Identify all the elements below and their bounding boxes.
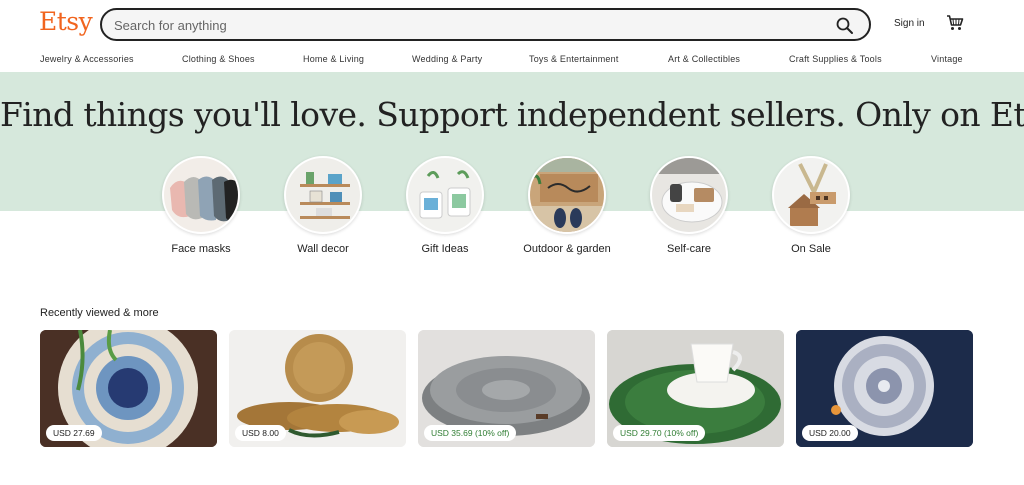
nav-item-art[interactable]: Art & Collectibles bbox=[668, 54, 740, 64]
nav-item-wedding[interactable]: Wedding & Party bbox=[412, 54, 482, 64]
nav-item-vintage[interactable]: Vintage bbox=[931, 54, 963, 64]
nav-item-clothing[interactable]: Clothing & Shoes bbox=[182, 54, 255, 64]
recently-viewed-title: Recently viewed & more bbox=[40, 307, 159, 319]
category-label: Wall decor bbox=[297, 243, 349, 255]
hero-title: Find things you'll love. Support indepen… bbox=[0, 95, 1024, 134]
category-label: Self-care bbox=[666, 243, 712, 255]
wall-decor-image bbox=[284, 156, 362, 234]
product-card[interactable]: USD 27.69 bbox=[40, 330, 217, 447]
category-label: Face masks bbox=[171, 243, 231, 255]
self-care-image bbox=[650, 156, 728, 234]
search-icon[interactable] bbox=[835, 16, 855, 36]
product-card[interactable]: USD 29.70 (10% off) bbox=[607, 330, 784, 447]
category-label: Outdoor & garden bbox=[523, 243, 611, 255]
search-input[interactable] bbox=[114, 15, 814, 35]
on-sale-image bbox=[772, 156, 850, 234]
category-self-care[interactable]: Self-care bbox=[634, 156, 744, 256]
etsy-logo[interactable]: Etsy bbox=[39, 7, 93, 36]
category-outdoor-garden[interactable]: Outdoor & garden bbox=[512, 156, 622, 256]
outdoor-garden-image bbox=[528, 156, 606, 234]
category-on-sale[interactable]: On Sale bbox=[756, 156, 866, 256]
nav-item-jewelry[interactable]: Jewelry & Accessories bbox=[40, 54, 134, 64]
header: Etsy Sign in bbox=[0, 0, 1024, 48]
category-face-masks[interactable]: Face masks bbox=[146, 156, 256, 256]
search-bar[interactable] bbox=[100, 8, 871, 41]
cart-icon[interactable] bbox=[946, 14, 964, 32]
nav-item-toys[interactable]: Toys & Entertainment bbox=[529, 54, 619, 64]
price-badge: USD 8.00 bbox=[235, 425, 286, 441]
product-card[interactable]: USD 35.69 (10% off) bbox=[418, 330, 595, 447]
category-gift-ideas[interactable]: Gift Ideas bbox=[390, 156, 500, 256]
nav-item-home[interactable]: Home & Living bbox=[303, 54, 364, 64]
category-label: On Sale bbox=[791, 243, 831, 255]
product-card[interactable]: USD 20.00 bbox=[796, 330, 973, 447]
face-masks-image bbox=[162, 156, 240, 234]
category-label: Gift Ideas bbox=[421, 243, 469, 255]
gift-ideas-image bbox=[406, 156, 484, 234]
nav-item-craft[interactable]: Craft Supplies & Tools bbox=[789, 54, 882, 64]
price-badge: USD 27.69 bbox=[46, 425, 102, 441]
price-badge: USD 35.69 (10% off) bbox=[424, 425, 517, 441]
category-nav: Jewelry & Accessories Clothing & Shoes H… bbox=[0, 50, 1024, 72]
sign-in-link[interactable]: Sign in bbox=[894, 18, 925, 29]
price-badge: USD 20.00 bbox=[802, 425, 858, 441]
price-badge: USD 29.70 (10% off) bbox=[613, 425, 706, 441]
category-wall-decor[interactable]: Wall decor bbox=[268, 156, 378, 256]
product-card[interactable]: USD 8.00 bbox=[229, 330, 406, 447]
